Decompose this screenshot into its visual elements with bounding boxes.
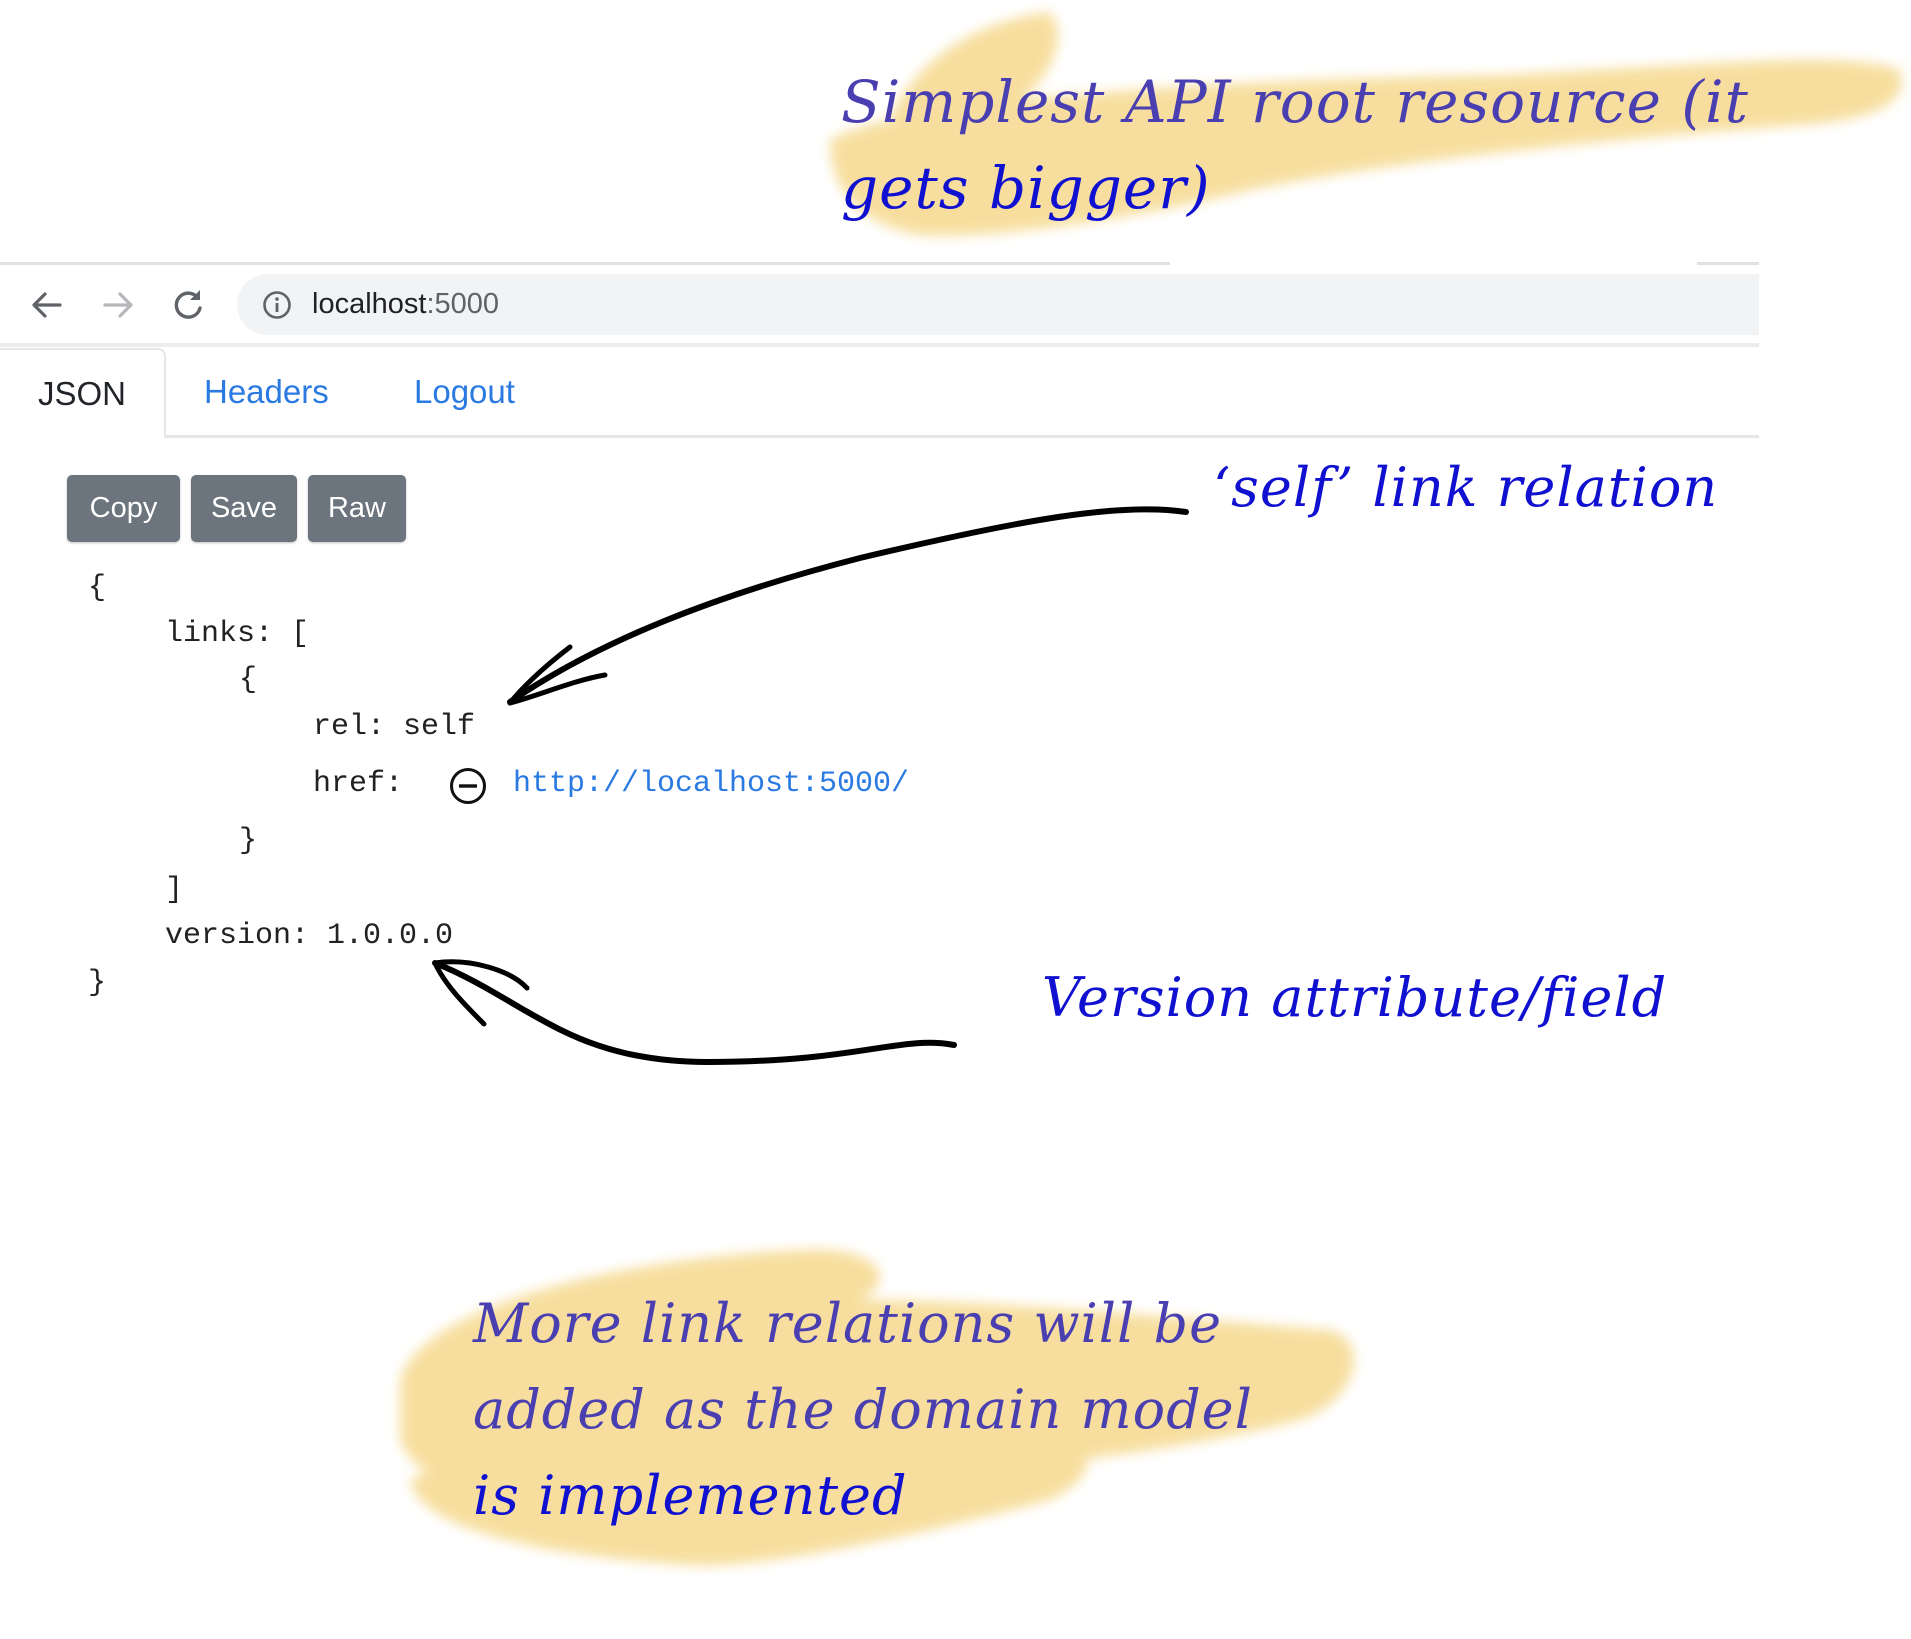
save-button[interactable]: Save: [191, 475, 297, 542]
annotation-bottom-line2: added as the domain model: [473, 1378, 1253, 1441]
raw-button[interactable]: Raw: [308, 475, 406, 542]
url-host: localhost: [312, 288, 427, 320]
url-text[interactable]: localhost:5000: [312, 286, 499, 322]
reload-button[interactable]: [167, 284, 209, 326]
arrow-right-icon: [103, 292, 133, 318]
json-rel-line: rel: self: [313, 710, 476, 744]
annotation-version: Version attribute/field: [1042, 966, 1668, 1029]
toolbar-divider: [0, 343, 1759, 347]
annotation-top-line2: gets bigger): [841, 154, 1211, 222]
json-links-close-bracket: ]: [165, 873, 184, 907]
json-href-link[interactable]: http://localhost:5000/: [513, 766, 909, 802]
address-bar[interactable]: localhost:5000: [237, 274, 1759, 335]
tab-json[interactable]: JSON: [0, 348, 166, 438]
json-open-brace: {: [88, 571, 107, 605]
arrow-left-icon: [32, 292, 62, 318]
copy-button[interactable]: Copy: [67, 475, 180, 542]
annotation-bottom-line1: More link relations will be: [473, 1292, 1223, 1355]
minus-circle-icon[interactable]: [449, 767, 487, 805]
json-link-open-brace: {: [239, 663, 258, 697]
window-top-border: [0, 262, 1170, 265]
json-href-key: href:: [313, 767, 404, 801]
back-button[interactable]: [26, 284, 68, 326]
json-links-key: links: [: [165, 617, 310, 651]
annotation-top-line1: Simplest API root resource (it: [841, 68, 1749, 136]
forward-button[interactable]: [97, 284, 139, 326]
tab-headers[interactable]: Headers: [204, 348, 329, 436]
window-top-border-right: [1697, 262, 1759, 265]
json-version-line: version: 1.0.0.0: [165, 919, 454, 953]
annotation-bottom-line3: is implemented: [473, 1464, 908, 1527]
url-port: :5000: [426, 288, 500, 320]
json-link-close-brace: }: [239, 824, 258, 858]
reload-icon: [174, 290, 202, 319]
tab-logout[interactable]: Logout: [414, 348, 515, 436]
info-icon[interactable]: [261, 289, 293, 321]
json-close-brace: }: [88, 966, 107, 1000]
annotation-self-link: ‘self’ link relation: [1213, 456, 1719, 519]
